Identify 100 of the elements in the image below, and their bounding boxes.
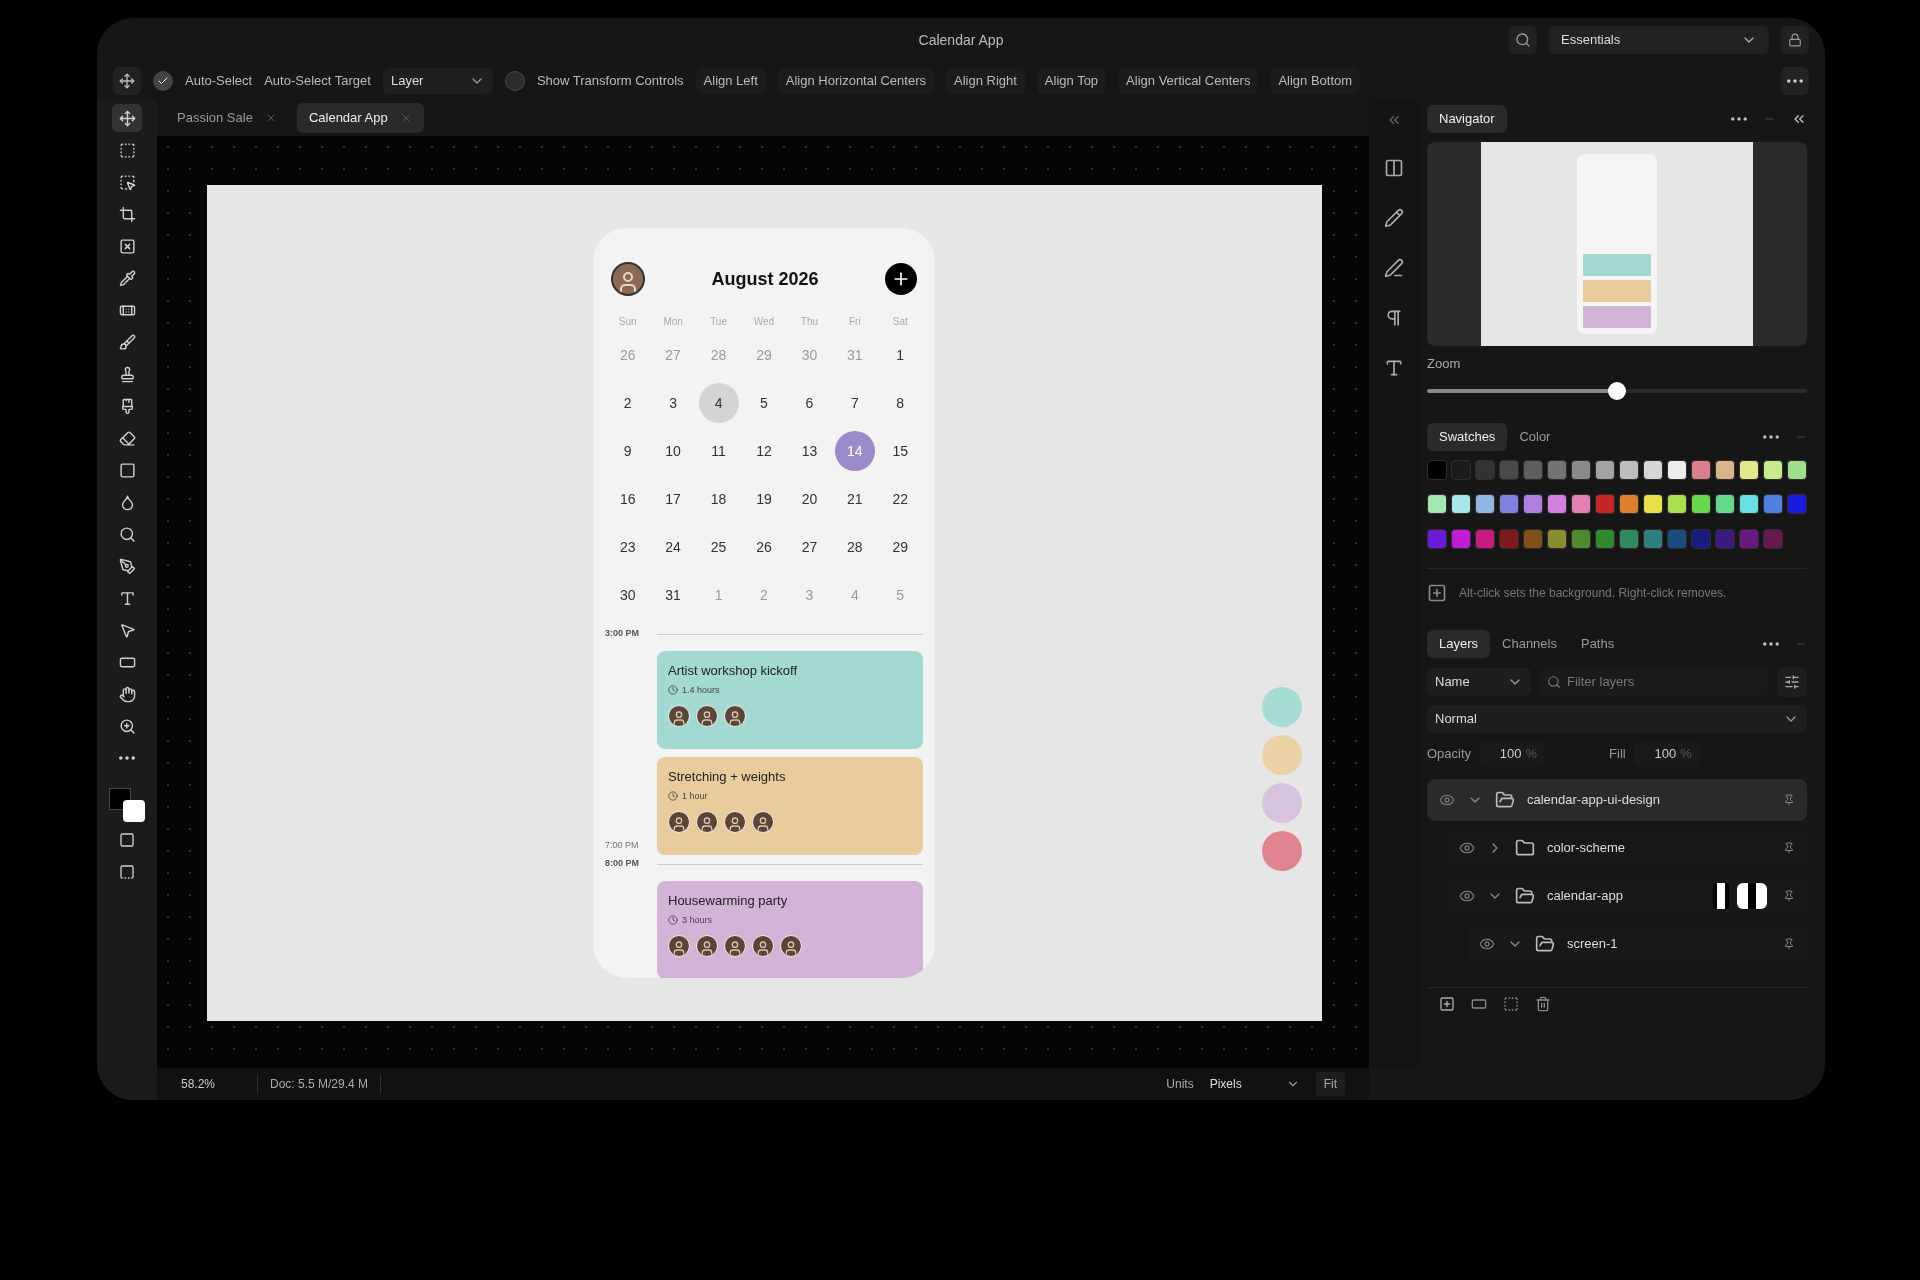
color-swatch[interactable] xyxy=(1643,459,1663,480)
calendar-day[interactable]: 30 xyxy=(607,575,648,615)
align-button[interactable]: Align Top xyxy=(1036,68,1107,94)
calendar-day[interactable]: 31 xyxy=(653,575,694,615)
panel-tab[interactable]: Navigator xyxy=(1427,105,1507,133)
color-swatch[interactable] xyxy=(1619,528,1639,549)
color-swatch[interactable] xyxy=(1643,528,1663,549)
sort-dropdown[interactable]: Name xyxy=(1427,667,1531,696)
workspace-dropdown[interactable]: Essentials xyxy=(1549,26,1769,54)
panel-tab[interactable]: Layers xyxy=(1427,629,1491,658)
calendar-day[interactable]: 5 xyxy=(744,383,784,423)
zoom-slider[interactable] xyxy=(1427,381,1807,400)
color-swatch[interactable] xyxy=(1739,494,1759,515)
calendar-day[interactable]: 11 xyxy=(698,431,739,471)
color-swatch[interactable] xyxy=(1499,459,1519,480)
color-swatch[interactable] xyxy=(1523,528,1543,549)
calendar-day[interactable]: 10 xyxy=(653,431,694,471)
calendar-day[interactable]: 28 xyxy=(834,527,875,567)
color-swatch[interactable] xyxy=(1475,494,1495,515)
document-tab[interactable]: Calendar App xyxy=(296,103,424,133)
calendar-day[interactable]: 25 xyxy=(698,527,739,567)
color-swatch[interactable] xyxy=(1595,528,1615,549)
calendar-day[interactable]: 16 xyxy=(607,479,648,519)
panel-tab[interactable]: Color xyxy=(1507,422,1563,451)
calendar-day[interactable]: 2 xyxy=(607,383,648,423)
calendar-day[interactable]: 22 xyxy=(880,479,921,519)
color-swatch[interactable] xyxy=(1739,528,1759,549)
calendar-day[interactable]: 17 xyxy=(653,479,694,519)
calendar-day[interactable]: 9 xyxy=(607,431,648,471)
calendar-day[interactable]: 6 xyxy=(789,383,830,423)
filter-field[interactable]: Filter layers xyxy=(1539,667,1769,696)
color-swatch[interactable] xyxy=(1595,494,1615,515)
tool-button[interactable] xyxy=(112,104,142,132)
color-swatch[interactable] xyxy=(1499,494,1519,515)
calendar-day[interactable]: 29 xyxy=(880,527,921,567)
calendar-day[interactable]: 3 xyxy=(653,383,694,423)
color-swatch[interactable] xyxy=(1763,528,1783,549)
color-swatch[interactable] xyxy=(1427,494,1447,515)
panel-tab[interactable]: Swatches xyxy=(1427,422,1508,451)
color-swatch[interactable] xyxy=(1715,528,1735,549)
panel-tab[interactable]: Paths xyxy=(1568,629,1627,658)
color-swatch[interactable] xyxy=(1667,494,1687,515)
color-swatch[interactable] xyxy=(1475,459,1495,480)
color-swatch[interactable] xyxy=(1787,494,1807,515)
color-swatch[interactable] xyxy=(1547,459,1567,480)
color-swatch[interactable] xyxy=(1547,528,1567,549)
color-swatch[interactable] xyxy=(1643,494,1663,515)
layer-dropdown[interactable]: Layer xyxy=(382,68,493,94)
color-swatch[interactable] xyxy=(1691,528,1711,549)
calendar-day[interactable]: 26 xyxy=(744,527,784,567)
color-swatch[interactable] xyxy=(1451,459,1471,480)
color-swatch[interactable] xyxy=(1715,494,1735,515)
color-chips[interactable] xyxy=(109,788,145,822)
color-swatch[interactable] xyxy=(1763,494,1783,515)
color-swatch[interactable] xyxy=(1571,494,1591,515)
color-swatch[interactable] xyxy=(1763,459,1783,480)
calendar-day[interactable]: 18 xyxy=(698,479,739,519)
calendar-day[interactable]: 20 xyxy=(789,479,830,519)
checkbox[interactable] xyxy=(504,71,525,91)
align-button[interactable]: Align Right xyxy=(946,68,1025,94)
calendar-day[interactable]: 1 xyxy=(880,335,921,375)
calendar-day[interactable]: 19 xyxy=(744,479,784,519)
document-tab[interactable]: Passion Sale xyxy=(165,103,289,133)
color-swatch[interactable] xyxy=(1451,528,1471,549)
event-card[interactable]: Housewarming party 3 hours xyxy=(657,881,923,978)
color-swatch[interactable] xyxy=(1499,528,1519,549)
calendar-day[interactable]: 13 xyxy=(789,431,830,471)
color-swatch[interactable] xyxy=(1739,459,1759,480)
calendar-day[interactable]: 21 xyxy=(834,479,875,519)
units-dropdown[interactable]: Pixels xyxy=(1209,1072,1300,1096)
layer-row[interactable]: calendar-app-ui-design xyxy=(1427,778,1807,821)
panel-tab[interactable]: Channels xyxy=(1490,629,1569,658)
calendar-day[interactable]: 12 xyxy=(744,431,784,471)
color-swatch[interactable] xyxy=(1427,459,1447,480)
align-button[interactable]: Align Bottom xyxy=(1270,68,1361,94)
event-card[interactable]: Artist workshop kickoff 1.4 hours xyxy=(657,651,923,749)
navigator-preview[interactable] xyxy=(1427,142,1807,346)
color-swatch[interactable] xyxy=(1523,459,1543,480)
calendar-day[interactable]: 8 xyxy=(880,383,921,423)
align-button[interactable]: Align Left xyxy=(695,68,766,94)
calendar-day[interactable]: 23 xyxy=(607,527,648,567)
color-swatch[interactable] xyxy=(1667,459,1687,480)
align-button[interactable]: Align Vertical Centers xyxy=(1118,68,1259,94)
add-button[interactable] xyxy=(885,263,917,295)
color-swatch[interactable] xyxy=(1691,494,1711,515)
color-swatch[interactable] xyxy=(1787,459,1807,480)
color-swatch[interactable] xyxy=(1475,528,1495,549)
color-swatch[interactable] xyxy=(1451,494,1471,515)
color-swatch[interactable] xyxy=(1667,528,1687,549)
more-button[interactable] xyxy=(1781,67,1809,95)
color-swatch[interactable] xyxy=(1523,494,1543,515)
calendar-day[interactable]: 24 xyxy=(653,527,694,567)
color-swatch[interactable] xyxy=(1547,494,1567,515)
color-swatch[interactable] xyxy=(1715,459,1735,480)
move-tool-button[interactable] xyxy=(113,67,141,95)
search-button[interactable] xyxy=(1509,26,1537,54)
filter-options-button[interactable] xyxy=(1777,666,1807,697)
calendar-day[interactable]: 4 xyxy=(698,383,739,423)
color-swatch[interactable] xyxy=(1571,528,1591,549)
color-swatch[interactable] xyxy=(1619,494,1639,515)
